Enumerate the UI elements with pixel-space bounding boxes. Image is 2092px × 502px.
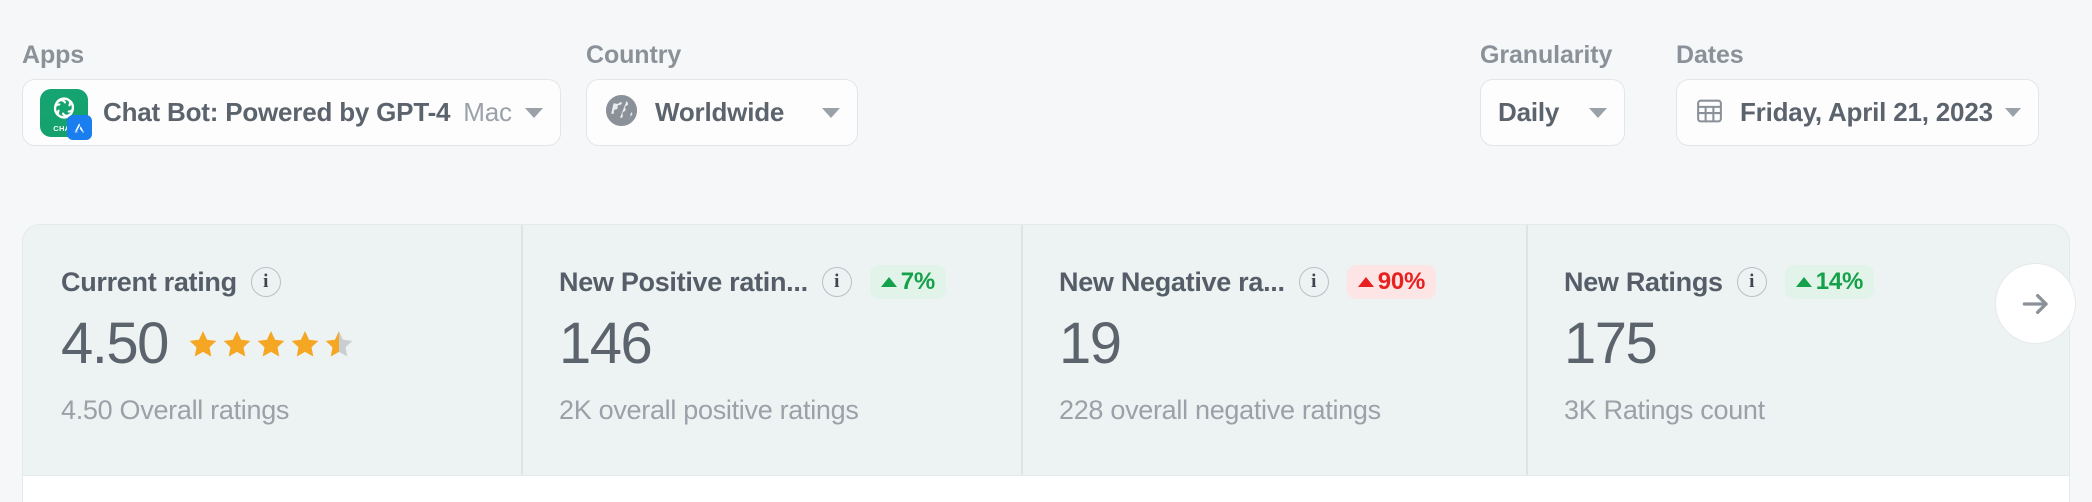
metric-card-title: New Positive ratin... [559,266,808,297]
dates-selector-value: Friday, April 21, 2023 [1740,97,1993,127]
star-icon [189,330,217,356]
app-store-badge-icon [67,114,92,140]
chevron-down-icon [524,107,543,118]
app-icon: CHAT [40,88,92,140]
star-half-icon [325,330,353,356]
info-icon[interactable]: i [1736,267,1767,297]
metric-card-title: New Negative ra... [1059,266,1285,297]
granularity-selector[interactable]: Daily [1480,79,1626,146]
metric-card-value: 19 [1059,311,1122,376]
delta-badge: 7% [869,265,947,299]
metric-card-header: New Ratings i 14% [1564,265,2069,299]
star-icon [257,330,285,356]
metric-card-value-row: 175 [1564,311,2069,377]
metric-card-subtitle: 3K Ratings count [1564,395,1765,425]
star-rating [186,328,356,361]
apps-selector-value: Chat Bot: Powered by GPT-4 [103,97,451,127]
metric-card-value: 146 [559,311,653,376]
metric-card-title: Current rating [61,266,237,297]
metric-card-subtitle: 2K overall positive ratings [559,395,859,425]
metric-card-title: New Ratings [1564,266,1723,297]
arrow-right-icon [2022,293,2048,314]
metric-card[interactable]: New Ratings i 14% 175 3K Ratings count [1526,225,2069,475]
info-icon[interactable]: i [1298,267,1329,297]
info-icon[interactable]: i [250,267,281,297]
metric-card-header: New Positive ratin... i 7% [559,265,1021,299]
triangle-up-icon [1357,277,1374,287]
globe-icon [604,93,639,133]
apps-filter-group: Apps CHAT Chat Bot: Powered by GPT-4 Mac [22,40,561,146]
calendar-icon [1694,95,1725,131]
apps-selector-platform: Mac [463,97,512,127]
metric-card[interactable]: Current rating i 4.50 4.50 Overall ratin… [23,225,521,475]
scroll-next-button[interactable] [1995,263,2076,344]
apps-selector[interactable]: CHAT Chat Bot: Powered by GPT-4 Mac [22,79,561,146]
country-selector-value: Worldwide [655,97,785,127]
granularity-filter-group: Granularity Daily [1480,40,1626,146]
country-filter-group: Country Worldwide [586,40,859,146]
apps-filter-label: Apps [22,41,85,69]
delta-value: 14% [1815,268,1864,295]
metric-card-value-row: 146 [559,311,1021,377]
metric-card-value-row: 4.50 [61,311,521,377]
metric-card-subtitle: 4.50 Overall ratings [61,395,290,425]
metric-card-value: 175 [1564,311,1658,376]
info-icon[interactable]: i [821,267,852,297]
star-icon [291,330,319,356]
delta-badge: 90% [1346,265,1437,299]
dates-filter-label: Dates [1676,41,1744,69]
metric-cards-container: Current rating i 4.50 4.50 Overall ratin… [22,224,2070,476]
granularity-selector-value: Daily [1498,97,1560,127]
app-store-glyph-icon [74,122,85,132]
metric-card-value-row: 19 [1059,311,1526,377]
delta-badge: 14% [1784,265,1875,299]
metric-card-header: Current rating i [61,265,521,299]
dates-selector[interactable]: Friday, April 21, 2023 [1676,79,2039,146]
chevron-down-icon [2004,108,2021,117]
star-icon [223,330,251,356]
chevron-down-icon [822,107,841,118]
metric-card-subtitle: 228 overall negative ratings [1059,395,1381,425]
dates-filter-group: Dates Friday, April 21, 2023 [1676,40,2039,146]
triangle-up-icon [1795,277,1812,287]
country-filter-label: Country [586,41,682,69]
country-selector[interactable]: Worldwide [586,79,859,146]
filter-bar: Apps CHAT Chat Bot: Powered by GPT-4 Mac… [0,0,2092,200]
metric-card-value: 4.50 [61,311,169,376]
granularity-filter-label: Granularity [1480,41,1613,69]
metric-card[interactable]: New Negative ra... i 90% 19 228 overall … [1021,225,1526,475]
metric-card-header: New Negative ra... i 90% [1059,265,1526,299]
delta-value: 90% [1377,268,1426,295]
triangle-up-icon [880,277,897,287]
metric-card[interactable]: New Positive ratin... i 7% 146 2K overal… [521,225,1021,475]
chevron-down-icon [1589,107,1608,118]
cards-bottom-strip [22,476,2070,502]
delta-value: 7% [900,268,936,295]
